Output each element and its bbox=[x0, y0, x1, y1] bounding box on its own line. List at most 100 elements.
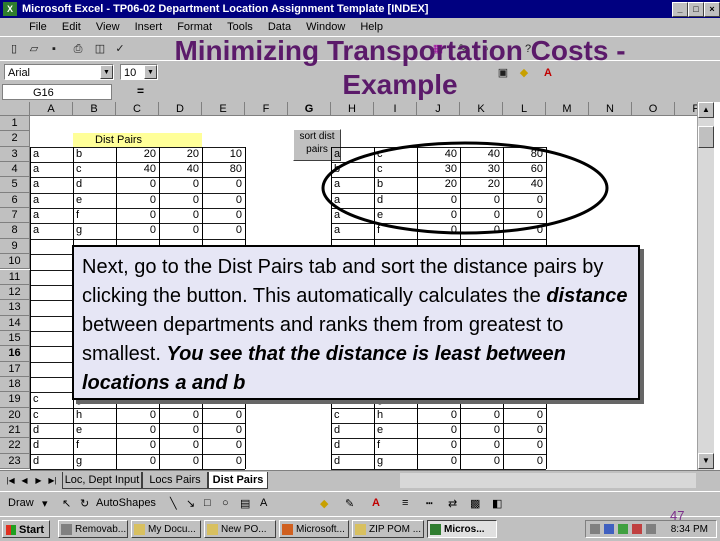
column-header-l[interactable]: L bbox=[503, 102, 546, 116]
cell-value[interactable]: 0 bbox=[460, 423, 503, 438]
row-header-5[interactable]: 5 bbox=[0, 177, 30, 193]
cell-value[interactable]: 40 bbox=[116, 162, 159, 177]
vertical-scrollbar[interactable]: ▲ ▼ bbox=[697, 102, 714, 470]
cell-label[interactable]: b bbox=[73, 147, 116, 162]
row-header-13[interactable]: 13 bbox=[0, 300, 30, 316]
cell-label[interactable]: d bbox=[30, 438, 73, 453]
open-folder-icon[interactable]: ▱ bbox=[26, 41, 42, 57]
cell-label[interactable]: a bbox=[30, 223, 73, 238]
row-header-2[interactable]: 2 bbox=[0, 131, 30, 147]
row-header-16[interactable]: 16 bbox=[0, 346, 30, 362]
cell-value[interactable]: 0 bbox=[159, 223, 202, 238]
column-header-a[interactable]: A bbox=[30, 102, 73, 116]
name-box[interactable]: G16 bbox=[2, 84, 112, 100]
cell-value[interactable]: 0 bbox=[116, 177, 159, 192]
next-sheet-icon[interactable]: ▶ bbox=[32, 474, 45, 487]
column-header-g[interactable]: G bbox=[288, 102, 331, 116]
cell-value[interactable]: 0 bbox=[159, 408, 202, 423]
cell-label[interactable]: f bbox=[374, 438, 417, 453]
cell-value[interactable]: 0 bbox=[417, 438, 460, 453]
maximize-icon[interactable]: □ bbox=[688, 2, 704, 17]
menu-file[interactable]: File bbox=[23, 18, 53, 36]
column-header-e[interactable]: E bbox=[202, 102, 245, 116]
cell-label[interactable]: d bbox=[30, 454, 73, 469]
cell-label[interactable]: a bbox=[30, 193, 73, 208]
row-header-3[interactable]: 3 bbox=[0, 146, 30, 163]
taskbar-button-my-documents[interactable]: My Docu... bbox=[131, 520, 201, 538]
cell-value[interactable]: 0 bbox=[202, 438, 245, 453]
cell-value[interactable]: 20 bbox=[116, 147, 159, 162]
minimize-icon[interactable]: _ bbox=[672, 2, 688, 17]
cell-value[interactable]: 0 bbox=[503, 408, 546, 423]
tab-locs-pairs[interactable]: Locs Pairs bbox=[142, 472, 208, 489]
cell-label[interactable] bbox=[30, 270, 73, 285]
cell-value[interactable]: 0 bbox=[202, 193, 245, 208]
row-header-6[interactable]: 6 bbox=[0, 192, 30, 209]
rectangle-icon[interactable]: □ bbox=[204, 497, 211, 509]
print-icon[interactable]: ⎙ bbox=[70, 41, 86, 57]
font-color-icon[interactable]: A bbox=[372, 497, 380, 509]
column-header-f[interactable]: F bbox=[245, 102, 288, 116]
cell-value[interactable]: 0 bbox=[116, 208, 159, 223]
scroll-up-icon[interactable]: ▲ bbox=[698, 102, 714, 118]
prev-sheet-icon[interactable]: ◀ bbox=[18, 474, 31, 487]
cell-value[interactable]: 0 bbox=[202, 208, 245, 223]
print-preview-icon[interactable]: ◫ bbox=[92, 41, 108, 57]
row-header-4[interactable]: 4 bbox=[0, 162, 30, 178]
taskbar-button-zip-pom[interactable]: ZIP POM ... bbox=[352, 520, 424, 538]
cell-label[interactable]: d bbox=[30, 423, 73, 438]
cell-label[interactable]: d bbox=[73, 177, 116, 192]
chevron-down-icon[interactable]: ▼ bbox=[100, 65, 113, 79]
column-header-j[interactable]: J bbox=[417, 102, 460, 116]
column-header-h[interactable]: H bbox=[331, 102, 374, 116]
cell-value[interactable]: 0 bbox=[159, 438, 202, 453]
line-icon[interactable]: ╲ bbox=[170, 497, 177, 510]
cell-label[interactable]: c bbox=[331, 408, 374, 423]
row-header-9[interactable]: 9 bbox=[0, 238, 30, 255]
cell-label[interactable] bbox=[30, 239, 73, 254]
tray-icon[interactable] bbox=[590, 524, 600, 534]
cell-label[interactable] bbox=[30, 346, 73, 361]
tab-dist-pairs[interactable]: Dist Pairs bbox=[208, 472, 268, 489]
cell-value[interactable]: 0 bbox=[116, 454, 159, 469]
tray-icon[interactable] bbox=[632, 524, 642, 534]
tray-icon[interactable] bbox=[604, 524, 614, 534]
cell-value[interactable]: 0 bbox=[202, 423, 245, 438]
row-header-23[interactable]: 23 bbox=[0, 453, 30, 470]
cell-label[interactable]: a bbox=[30, 208, 73, 223]
cell-value[interactable]: 0 bbox=[202, 223, 245, 238]
cell-label[interactable] bbox=[30, 300, 73, 315]
line-style-icon[interactable]: ≡ bbox=[402, 497, 408, 509]
cell-label[interactable]: h bbox=[374, 408, 417, 423]
column-header-i[interactable]: I bbox=[374, 102, 417, 116]
row-header-10[interactable]: 10 bbox=[0, 254, 30, 270]
cell-label[interactable] bbox=[30, 362, 73, 377]
row-header-14[interactable]: 14 bbox=[0, 315, 30, 331]
new-file-icon[interactable]: ▯ bbox=[6, 41, 22, 57]
cell-label[interactable]: d bbox=[331, 423, 374, 438]
cell-label[interactable]: e bbox=[73, 423, 116, 438]
tray-icon[interactable] bbox=[618, 524, 628, 534]
first-sheet-icon[interactable]: |◀ bbox=[4, 474, 17, 487]
chevron-down-icon[interactable]: ▾ bbox=[42, 497, 48, 510]
font-name-combo[interactable]: Arial ▼ bbox=[4, 64, 114, 80]
start-button[interactable]: Start bbox=[2, 520, 50, 538]
arrow-icon[interactable]: ↘ bbox=[186, 497, 195, 510]
save-icon[interactable]: ▪ bbox=[46, 41, 62, 57]
column-header-m[interactable]: M bbox=[546, 102, 589, 116]
scroll-thumb[interactable] bbox=[698, 126, 714, 148]
column-header-d[interactable]: D bbox=[159, 102, 202, 116]
cell-label[interactable]: e bbox=[374, 423, 417, 438]
line-color-icon[interactable]: ✎ bbox=[345, 497, 354, 510]
cell-value[interactable]: 0 bbox=[159, 454, 202, 469]
column-header-k[interactable]: K bbox=[460, 102, 503, 116]
cell-label[interactable]: c bbox=[30, 392, 73, 407]
cell-value[interactable]: 0 bbox=[503, 454, 546, 469]
cell-label[interactable] bbox=[30, 285, 73, 300]
row-header-21[interactable]: 21 bbox=[0, 423, 30, 439]
cell-label[interactable]: c bbox=[73, 162, 116, 177]
excel-icon[interactable]: X bbox=[3, 2, 17, 16]
cell-label[interactable] bbox=[30, 377, 73, 392]
cell-value[interactable]: 0 bbox=[417, 408, 460, 423]
fill-color-icon[interactable]: ◆ bbox=[320, 497, 328, 510]
